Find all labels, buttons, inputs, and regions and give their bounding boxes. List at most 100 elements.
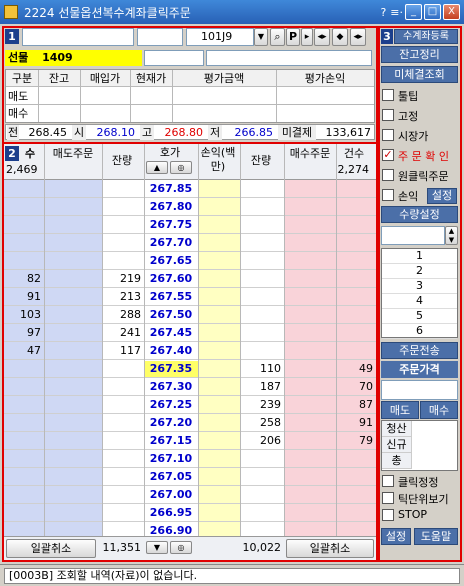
minimize-button[interactable]: _ [405, 4, 422, 20]
up-down-icon[interactable]: ◆ [332, 28, 348, 46]
buy-order-cell[interactable] [284, 289, 336, 305]
setting-button-2[interactable]: 설정 [381, 528, 411, 545]
price-cell[interactable]: 267.80 [144, 199, 198, 215]
buy-order-cell[interactable] [284, 181, 336, 197]
account-input[interactable] [22, 28, 134, 46]
sell-order-cell[interactable] [44, 343, 102, 359]
price-cell[interactable]: 267.15 [144, 433, 198, 449]
buy-order-cell[interactable] [284, 361, 336, 377]
price-cell[interactable]: 267.60 [144, 271, 198, 287]
price-cell[interactable]: 267.65 [144, 253, 198, 269]
buy-order-cell[interactable] [284, 433, 336, 449]
price-cell[interactable]: 267.85 [144, 181, 198, 197]
buy-order-cell[interactable] [284, 469, 336, 485]
price-cell[interactable]: 267.70 [144, 235, 198, 251]
order-price-input[interactable] [381, 380, 458, 400]
qty-list-item[interactable]: 4 [382, 294, 457, 309]
buy-order-cell[interactable] [284, 253, 336, 269]
expand-icon[interactable]: ◂▸ [350, 28, 366, 46]
balance-clear-button[interactable]: 잔고정리 [381, 46, 458, 63]
sell-order-cell[interactable] [44, 307, 102, 323]
sell-order-cell[interactable] [44, 289, 102, 305]
option-checkbox[interactable] [382, 492, 394, 504]
unfilled-query-button[interactable]: 미체결조회 [381, 66, 458, 83]
sell-order-cell[interactable] [44, 199, 102, 215]
sell-toggle[interactable]: 매도 [381, 401, 419, 419]
menu-icon[interactable]: ≡· [390, 6, 403, 19]
option-checkbox[interactable] [382, 189, 394, 201]
help-icon[interactable]: ? [380, 6, 386, 19]
code-input[interactable]: 101J9 [186, 28, 254, 46]
buy-order-cell[interactable] [284, 397, 336, 413]
buy-order-cell[interactable] [284, 307, 336, 323]
sell-order-cell[interactable] [44, 361, 102, 377]
p-button[interactable]: P [286, 28, 300, 46]
sell-order-cell[interactable] [44, 181, 102, 197]
sell-order-cell[interactable] [44, 379, 102, 395]
qty-list-item[interactable]: 2 [382, 264, 457, 279]
buy-order-cell[interactable] [284, 343, 336, 359]
option-checkbox[interactable] [382, 89, 394, 101]
price-cell[interactable]: 266.95 [144, 505, 198, 521]
price-cell[interactable]: 267.30 [144, 379, 198, 395]
buy-order-cell[interactable] [284, 505, 336, 521]
sell-order-cell[interactable] [44, 397, 102, 413]
pnl-setting-button[interactable]: 설정 [427, 188, 457, 204]
option-checkbox[interactable] [382, 475, 394, 487]
prev-next-icon[interactable]: ◂▸ [314, 28, 330, 46]
sell-order-cell[interactable] [44, 505, 102, 521]
scroll-up-button[interactable]: ▲ [146, 161, 168, 174]
buy-order-cell[interactable] [284, 271, 336, 287]
help-button[interactable]: 도움말 [414, 528, 458, 545]
price-cell[interactable]: 267.55 [144, 289, 198, 305]
option-checkbox[interactable] [382, 109, 394, 121]
price-cell[interactable]: 267.40 [144, 343, 198, 359]
price-cell[interactable]: 267.20 [144, 415, 198, 431]
sell-order-cell[interactable] [44, 487, 102, 503]
restore-button[interactable]: □ [424, 4, 441, 20]
buy-order-cell[interactable] [284, 415, 336, 431]
buy-order-cell[interactable] [284, 199, 336, 215]
price-cell[interactable]: 267.50 [144, 307, 198, 323]
cancel-all-buy-button[interactable]: 일괄취소 [286, 539, 374, 558]
option-checkbox[interactable] [382, 509, 394, 521]
price-cell[interactable]: 267.75 [144, 217, 198, 233]
qty-list-item[interactable]: 6 [382, 324, 457, 339]
center-icon-bottom[interactable]: ◎ [170, 541, 192, 554]
qty-input[interactable] [381, 226, 445, 245]
price-cell[interactable]: 267.35 [144, 361, 198, 377]
qty-setting-button[interactable]: 수량설정 [381, 206, 458, 223]
code-dropdown-button[interactable]: ▼ [254, 28, 268, 46]
close-button[interactable]: X [443, 4, 460, 20]
sell-order-cell[interactable] [44, 415, 102, 431]
qty-list-item[interactable]: 3 [382, 279, 457, 294]
next-icon[interactable]: ▸ [301, 28, 313, 46]
option-checkbox[interactable] [382, 129, 394, 141]
center-icon[interactable]: ◎ [170, 161, 192, 174]
qty-list-item[interactable]: 5 [382, 309, 457, 324]
buy-order-cell[interactable] [284, 379, 336, 395]
buy-order-cell[interactable] [284, 235, 336, 251]
sell-order-cell[interactable] [44, 469, 102, 485]
search-icon[interactable]: ⌕ [270, 28, 285, 46]
price-cell[interactable]: 267.25 [144, 397, 198, 413]
price-cell[interactable]: 267.45 [144, 325, 198, 341]
register-accounts-button[interactable]: 수계좌등록 [394, 29, 458, 44]
sell-order-cell[interactable] [44, 433, 102, 449]
sell-order-cell[interactable] [44, 217, 102, 233]
qty-spinner[interactable]: ▲ ▼ [445, 226, 458, 245]
sell-order-cell[interactable] [44, 451, 102, 467]
price-cell[interactable]: 267.10 [144, 451, 198, 467]
cancel-all-sell-button[interactable]: 일괄취소 [6, 539, 96, 558]
qty-list-item[interactable]: 1 [382, 249, 457, 264]
buy-order-cell[interactable] [284, 487, 336, 503]
price-cell[interactable]: 267.05 [144, 469, 198, 485]
option-checkbox[interactable] [382, 169, 394, 181]
buy-toggle[interactable]: 매수 [420, 401, 458, 419]
price-cell[interactable]: 267.00 [144, 487, 198, 503]
sell-order-cell[interactable] [44, 253, 102, 269]
sell-order-cell[interactable] [44, 271, 102, 287]
sell-order-cell[interactable] [44, 325, 102, 341]
buy-order-cell[interactable] [284, 451, 336, 467]
scroll-down-button[interactable]: ▼ [146, 541, 168, 554]
